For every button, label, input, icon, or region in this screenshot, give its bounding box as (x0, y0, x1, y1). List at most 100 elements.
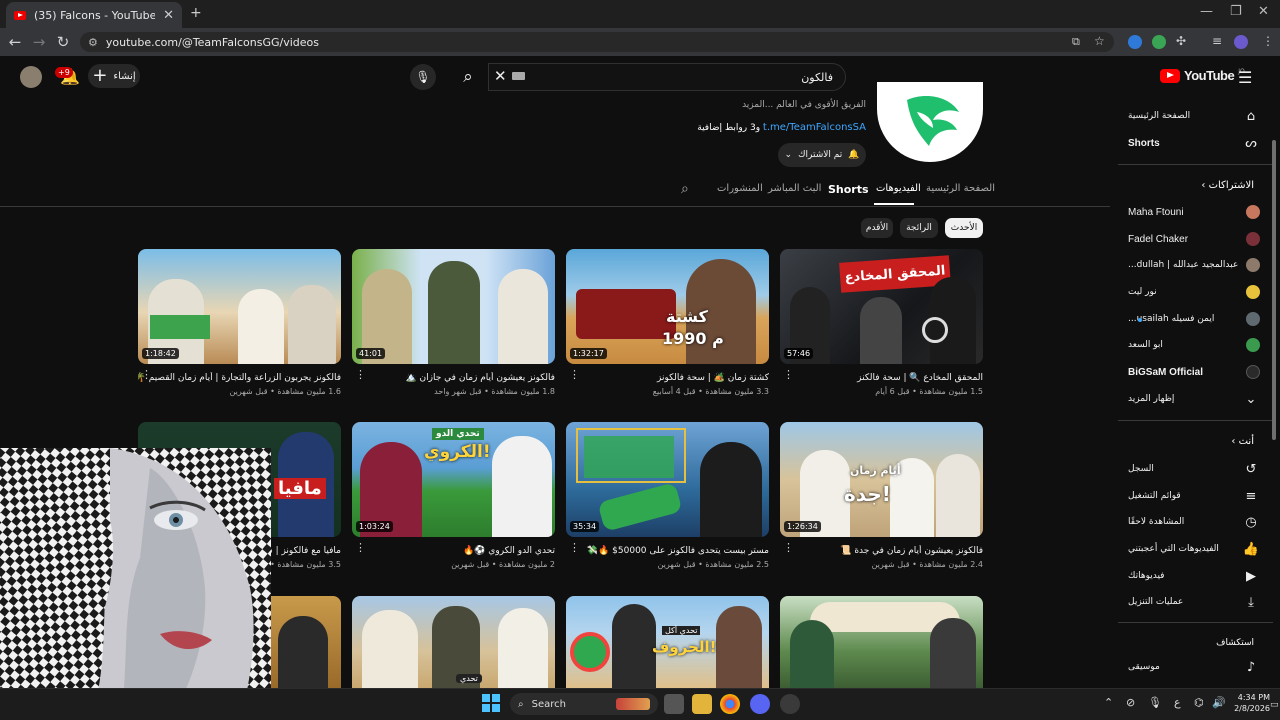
channel-avatar[interactable] (877, 82, 983, 162)
clear-search-icon[interactable]: ✕ (494, 67, 507, 85)
sidebar-item-liked[interactable]: 👍 الفيديوهات التي أعجبتني (1128, 537, 1260, 561)
youtube-logo[interactable]: YouTube JO (1160, 68, 1245, 83)
more-actions-icon[interactable]: ⋮ (569, 541, 580, 554)
sidebar-subscription[interactable]: BiGSaM Official (1128, 360, 1260, 384)
chip-latest[interactable]: الأحدث (945, 218, 983, 238)
sidebar-subscription[interactable]: ابو السعد (1128, 333, 1260, 357)
sidebar-subscription[interactable]: ايمن فسيله usailah... (1128, 307, 1260, 331)
video-thumbnail[interactable]: المحقق المخادع 57:46 (780, 249, 983, 364)
video-card[interactable] (780, 596, 983, 688)
chip-oldest[interactable]: الأقدم (861, 218, 893, 238)
sidebar-show-more[interactable]: ⌄ إظهار المزيد (1128, 387, 1260, 411)
video-card[interactable]: أيام زمان جدة! 1:26:34 فالكونز يعيشون أي… (780, 422, 983, 569)
minimize-icon[interactable]: — (1200, 4, 1213, 19)
microphone-icon[interactable]: 🎙 (1148, 696, 1162, 709)
sidebar-subscription[interactable]: Fadel Chaker (1128, 227, 1260, 251)
address-bar[interactable]: ⚙ youtube.com/@TeamFalconsGG/videos (80, 32, 1114, 52)
video-card[interactable]: 41:01 فالكونز يعيشون أيام زمان في جازان … (352, 249, 555, 396)
tab-live[interactable]: البث المباشر (768, 183, 821, 194)
video-thumbnail[interactable]: تحدي أكل الحروف! (566, 596, 769, 688)
video-card[interactable]: المحقق المخادع 57:46 المحقق المخادع 🔍 | … (780, 249, 983, 396)
video-title[interactable]: المحقق المخادع 🔍 | سحة فالكنز (780, 372, 983, 384)
video-thumbnail[interactable]: كشتة 1990 م 1:32:17 (566, 249, 769, 364)
sidebar-item-music[interactable]: ♪ موسيقى (1128, 655, 1260, 679)
install-app-icon[interactable]: ⧉ (1072, 35, 1080, 49)
close-tab-icon[interactable]: ✕ (163, 8, 174, 23)
tab-shorts[interactable]: Shorts (828, 183, 869, 196)
video-title[interactable]: كشتة زمان 🏕️ | سحة فالكونز (566, 372, 769, 384)
video-title[interactable]: فالكونز يعيشون أيام زمان في جدة 📜 (780, 545, 983, 557)
volume-icon[interactable]: 🔊 (1212, 696, 1226, 709)
more-actions-icon[interactable]: ⋮ (783, 368, 794, 381)
tray-app-icon[interactable]: ⊘ (1126, 696, 1135, 709)
taskbar-clock[interactable]: 4:34 PM 2/8/2026 (1228, 692, 1270, 714)
bookmark-star-icon[interactable]: ☆ (1094, 34, 1105, 48)
forward-icon[interactable]: → (30, 33, 48, 51)
site-info-icon[interactable]: ⚙ (88, 36, 98, 49)
video-thumbnail[interactable]: تحدي الدو الكروي! 1:03:24 (352, 422, 555, 537)
chrome-icon[interactable] (720, 694, 740, 714)
file-explorer-icon[interactable] (692, 694, 712, 714)
discord-icon[interactable] (750, 694, 770, 714)
extensions-puzzle-icon[interactable]: ✣ (1176, 34, 1186, 48)
sidebar-item-watch-later[interactable]: ◷ المشاهدة لاحقًا (1128, 510, 1260, 534)
subscribed-button[interactable]: 🔔 تم الاشتراك ⌄ (778, 143, 866, 167)
sidebar-item-history[interactable]: ↺ السجل (1128, 457, 1260, 481)
video-thumbnail[interactable]: تحدي (352, 596, 555, 688)
channel-link[interactable]: t.me/TeamFalconsSA (763, 122, 866, 133)
maximize-icon[interactable]: ❐ (1230, 4, 1242, 19)
reload-icon[interactable]: ↻ (54, 33, 72, 51)
channel-description[interactable]: الفريق الأقوى في العالم ...المزيد (600, 100, 866, 110)
new-tab-icon[interactable]: + (190, 5, 202, 21)
video-thumbnail[interactable]: أيام زمان جدة! 1:26:34 (780, 422, 983, 537)
video-title[interactable]: فالكونز يعيشون أيام زمان في جازان 🏔️ (352, 372, 555, 384)
keyboard-language[interactable]: ع (1174, 696, 1181, 709)
more-actions-icon[interactable]: ⋮ (141, 368, 152, 381)
more-actions-icon[interactable]: ⋮ (355, 368, 366, 381)
sidebar-subscription[interactable]: Maha Ftouni (1128, 200, 1260, 224)
search-icon[interactable]: ⌕ (448, 63, 488, 91)
window-close-icon[interactable]: ✕ (1258, 4, 1269, 19)
video-title[interactable]: مستر بيست يتحدى فالكونز على 50000$ 🔥💸 (566, 545, 769, 557)
more-actions-icon[interactable]: ⋮ (355, 541, 366, 554)
notification-center-icon[interactable]: ▭ (1270, 700, 1279, 710)
you-header[interactable]: أنت › (1150, 436, 1254, 447)
sidebar-subscription[interactable]: عبدالمجيد عبدالله | dullah... (1128, 253, 1260, 277)
keyboard-icon[interactable] (512, 72, 525, 80)
taskbar-search[interactable]: ⌕ Search (510, 693, 658, 715)
search-input[interactable]: فالكون (488, 63, 846, 91)
profile-icon[interactable] (1234, 35, 1248, 49)
video-title[interactable]: تحدي الدو الكروي ⚽🔥 (352, 545, 555, 557)
media-control-icon[interactable]: ≡ (1212, 34, 1222, 48)
more-actions-icon[interactable]: ⋮ (569, 368, 580, 381)
extension-icon[interactable] (1152, 35, 1166, 49)
voice-search-icon[interactable]: 🎙 (410, 64, 436, 90)
video-card[interactable]: تحدي أكل الحروف! (566, 596, 769, 688)
tab-home[interactable]: الصفحة الرئيسية (926, 183, 995, 194)
video-thumbnail[interactable]: 41:01 (352, 249, 555, 364)
guide-menu-icon[interactable]: ☰ (1238, 68, 1252, 87)
chip-popular[interactable]: الرائجة (900, 218, 938, 238)
page-scrollbar[interactable] (1272, 140, 1276, 440)
task-view-icon[interactable] (664, 694, 684, 714)
sidebar-item-your-videos[interactable]: ▶ فيديوهاتك (1128, 564, 1260, 588)
extension-icon[interactable] (1128, 35, 1142, 49)
browser-tab[interactable]: (35) Falcons - YouTube ✕ (6, 2, 182, 28)
account-avatar[interactable] (20, 66, 42, 88)
sidebar-subscription[interactable]: نور ليت (1128, 280, 1260, 304)
more-actions-icon[interactable]: ⋮ (783, 541, 794, 554)
video-thumbnail[interactable]: 35:34 (566, 422, 769, 537)
sidebar-item-playlists[interactable]: ≡ قوائم التشغيل (1128, 484, 1260, 508)
back-icon[interactable]: ← (6, 33, 24, 51)
video-card[interactable]: كشتة 1990 م 1:32:17 كشتة زمان 🏕️ | سحة ف… (566, 249, 769, 396)
tab-videos[interactable]: الفيديوهات (876, 183, 921, 194)
video-thumbnail[interactable] (780, 596, 983, 688)
more-links[interactable]: و3 روابط إضافية (697, 123, 760, 133)
windows-start-icon[interactable] (482, 694, 500, 712)
tray-overflow-icon[interactable]: ⌃ (1104, 696, 1113, 709)
sidebar-item-downloads[interactable]: ⤓ عمليات التنزيل (1128, 590, 1260, 614)
video-card[interactable]: 1:18:42 فالكونز يجربون الزراعة والتجارة … (138, 249, 341, 396)
video-card[interactable]: تحدي الدو الكروي! 1:03:24 تحدي الدو الكر… (352, 422, 555, 569)
sidebar-item-home[interactable]: ⌂ الصفحة الرئيسية (1128, 104, 1260, 128)
channel-search-icon[interactable]: ⌕ (681, 181, 689, 197)
